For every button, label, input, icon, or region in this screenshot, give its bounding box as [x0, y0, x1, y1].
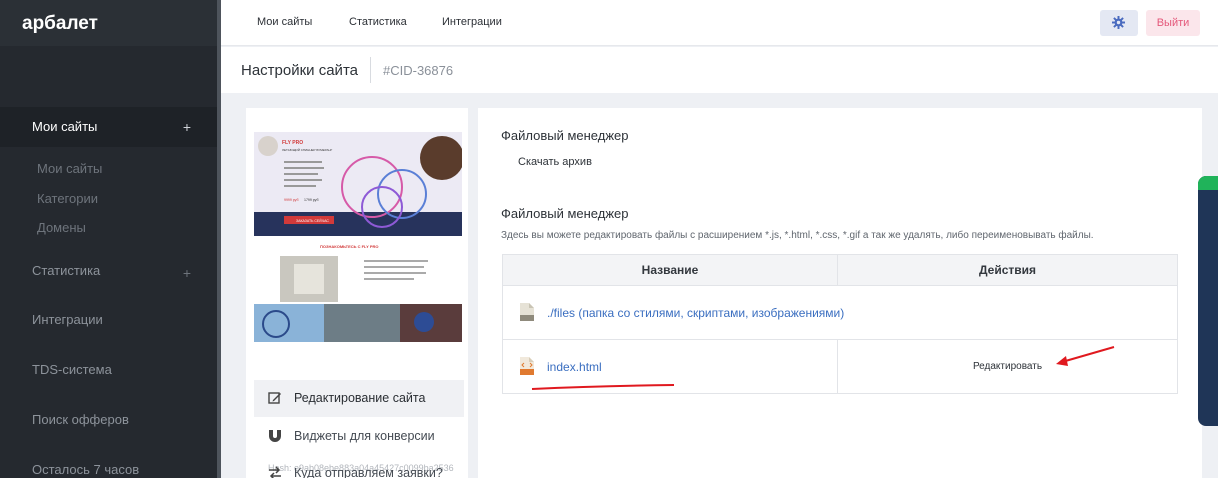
- right-side-widget-accent: [1198, 176, 1218, 190]
- annotation-underline: [531, 384, 675, 390]
- annotation-arrowhead: [1056, 356, 1068, 366]
- annotation-arrow: [1061, 346, 1115, 363]
- annotation-overlay: [531, 346, 1115, 390]
- right-side-widget-tab[interactable]: [1198, 176, 1218, 426]
